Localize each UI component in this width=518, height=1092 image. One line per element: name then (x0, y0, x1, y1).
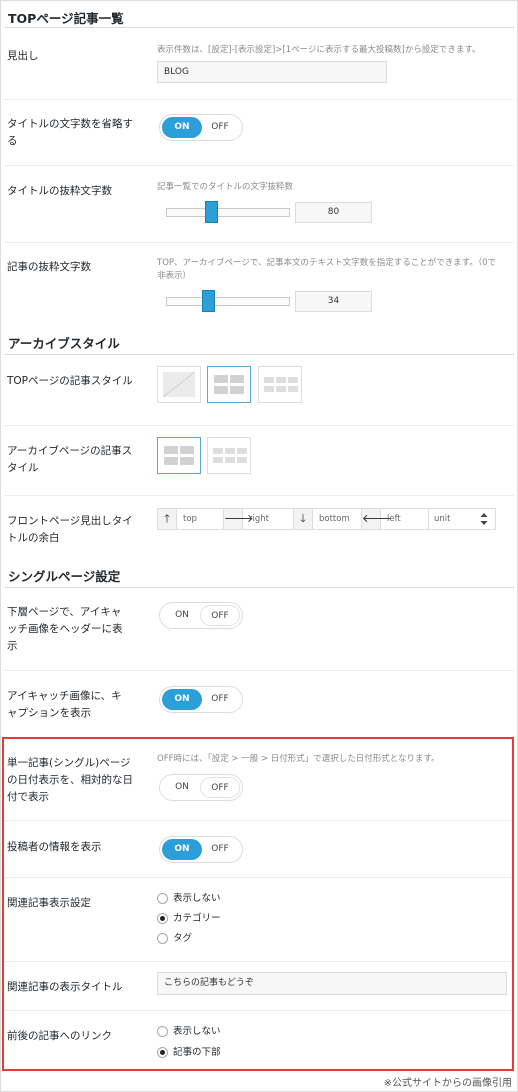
section-divider (4, 27, 514, 28)
grid-cell (264, 386, 274, 392)
toggle-off-option[interactable]: OFF (200, 117, 240, 138)
archive-layout-three-column[interactable] (207, 437, 251, 474)
grid-cell (225, 457, 235, 463)
grid-cell (237, 448, 247, 454)
margin-right-group[interactable]: 🡒 right (223, 508, 294, 530)
post-excerpt-description: TOP、アーカイブページで、記事本文のテキスト文字数を指定することができます。（… (157, 258, 497, 281)
row-divider (4, 242, 514, 243)
arrow-down-icon: 🡓 (294, 509, 313, 529)
highlight-annotation-box (2, 737, 514, 1071)
grid-cell (164, 457, 178, 465)
grid-cell (180, 446, 194, 454)
margin-bottom-group[interactable]: 🡓 bottom (293, 508, 362, 530)
grid-cell (214, 386, 228, 394)
unit-select-value: unit (434, 514, 451, 524)
post-excerpt-value[interactable]: 34 (295, 291, 372, 312)
grid-cell (230, 375, 244, 383)
heading-input[interactable]: BLOG (157, 61, 387, 83)
eyecatch-caption-label: アイキャッチ画像に、キャプションを表示 (7, 690, 122, 719)
section-divider (4, 587, 514, 588)
margin-left-group[interactable]: 🡐 left (361, 508, 429, 530)
eyecatch-header-toggle[interactable]: ON OFF (159, 602, 243, 629)
arrow-left-icon: 🡐 (362, 509, 392, 529)
section-title-single-page: シングルページ設定 (8, 569, 121, 584)
front-margin-label: フロントページ見出しタイトルの余白 (7, 515, 133, 544)
section-title-archive-style: アーカイブスタイル (8, 336, 120, 351)
margin-unit-select[interactable]: unit (428, 508, 496, 530)
title-excerpt-description: 記事一覧でのタイトルの文字抜粋数 (157, 182, 294, 192)
section-divider (4, 354, 514, 355)
toggle-off-option[interactable]: OFF (200, 689, 240, 710)
grid-cell (213, 448, 223, 454)
grid-cell (214, 375, 228, 383)
grid-cell (288, 377, 298, 383)
grid-cell (237, 457, 247, 463)
select-updown-icon (480, 513, 488, 525)
row-divider (4, 670, 514, 671)
heading-description: 表示件数は、[設定]-[表示設定]>[1ページに表示する最大投稿数]から設定でき… (157, 45, 481, 55)
eyecatch-header-label: 下層ページで、アイキャッチ画像をヘッダーに表示 (7, 606, 123, 652)
toggle-on-option[interactable]: ON (162, 605, 202, 626)
margin-left-input[interactable]: left (382, 509, 401, 529)
toggle-on-option[interactable]: ON (162, 117, 202, 138)
grid-cell (276, 386, 286, 392)
title-omit-label: タイトルの文字数を省略する (7, 118, 133, 147)
archive-layout-two-column[interactable] (157, 437, 201, 474)
grid-cell (264, 377, 274, 383)
toggle-off-option[interactable]: OFF (200, 605, 240, 626)
layout-option-none[interactable] (157, 366, 201, 403)
grid-cell (230, 386, 244, 394)
margin-right-input[interactable]: right (244, 509, 269, 529)
row-divider (4, 99, 514, 100)
eyecatch-caption-toggle[interactable]: ON OFF (159, 686, 243, 713)
title-excerpt-value[interactable]: 80 (295, 202, 372, 223)
title-excerpt-label: タイトルの抜粋文字数 (7, 185, 112, 197)
image-source-caption: ※公式サイトからの画像引用 (383, 1078, 512, 1089)
layout-option-two-column[interactable] (207, 366, 251, 403)
archive-style-label: アーカイブページの記事スタイル (7, 445, 133, 474)
grid-cell (213, 457, 223, 463)
grid-cell (276, 377, 286, 383)
post-excerpt-slider-handle[interactable] (202, 290, 215, 312)
row-divider (4, 495, 514, 496)
post-excerpt-label: 記事の抜粋文字数 (7, 261, 91, 273)
arrow-right-icon: 🡒 (224, 509, 254, 529)
margin-top-input[interactable]: top (178, 509, 197, 529)
no-image-icon (162, 371, 196, 398)
margin-bottom-input[interactable]: bottom (314, 509, 350, 529)
arrow-up-icon: 🡑 (158, 509, 177, 529)
row-divider (4, 425, 514, 426)
grid-cell (288, 386, 298, 392)
grid-cell (180, 457, 194, 465)
section-title-top-list: TOPページ記事一覧 (8, 11, 124, 26)
post-excerpt-slider-track[interactable] (166, 297, 290, 306)
top-style-label: TOPページの記事スタイル (7, 375, 133, 387)
title-excerpt-slider-handle[interactable] (205, 201, 218, 223)
title-excerpt-slider-track[interactable] (166, 208, 290, 217)
row-divider (4, 165, 514, 166)
layout-option-three-column[interactable] (258, 366, 302, 403)
heading-label: 見出し (7, 50, 39, 62)
grid-cell (225, 448, 235, 454)
grid-cell (164, 446, 178, 454)
toggle-on-option[interactable]: ON (162, 689, 202, 710)
title-omit-toggle[interactable]: ON OFF (159, 114, 243, 141)
